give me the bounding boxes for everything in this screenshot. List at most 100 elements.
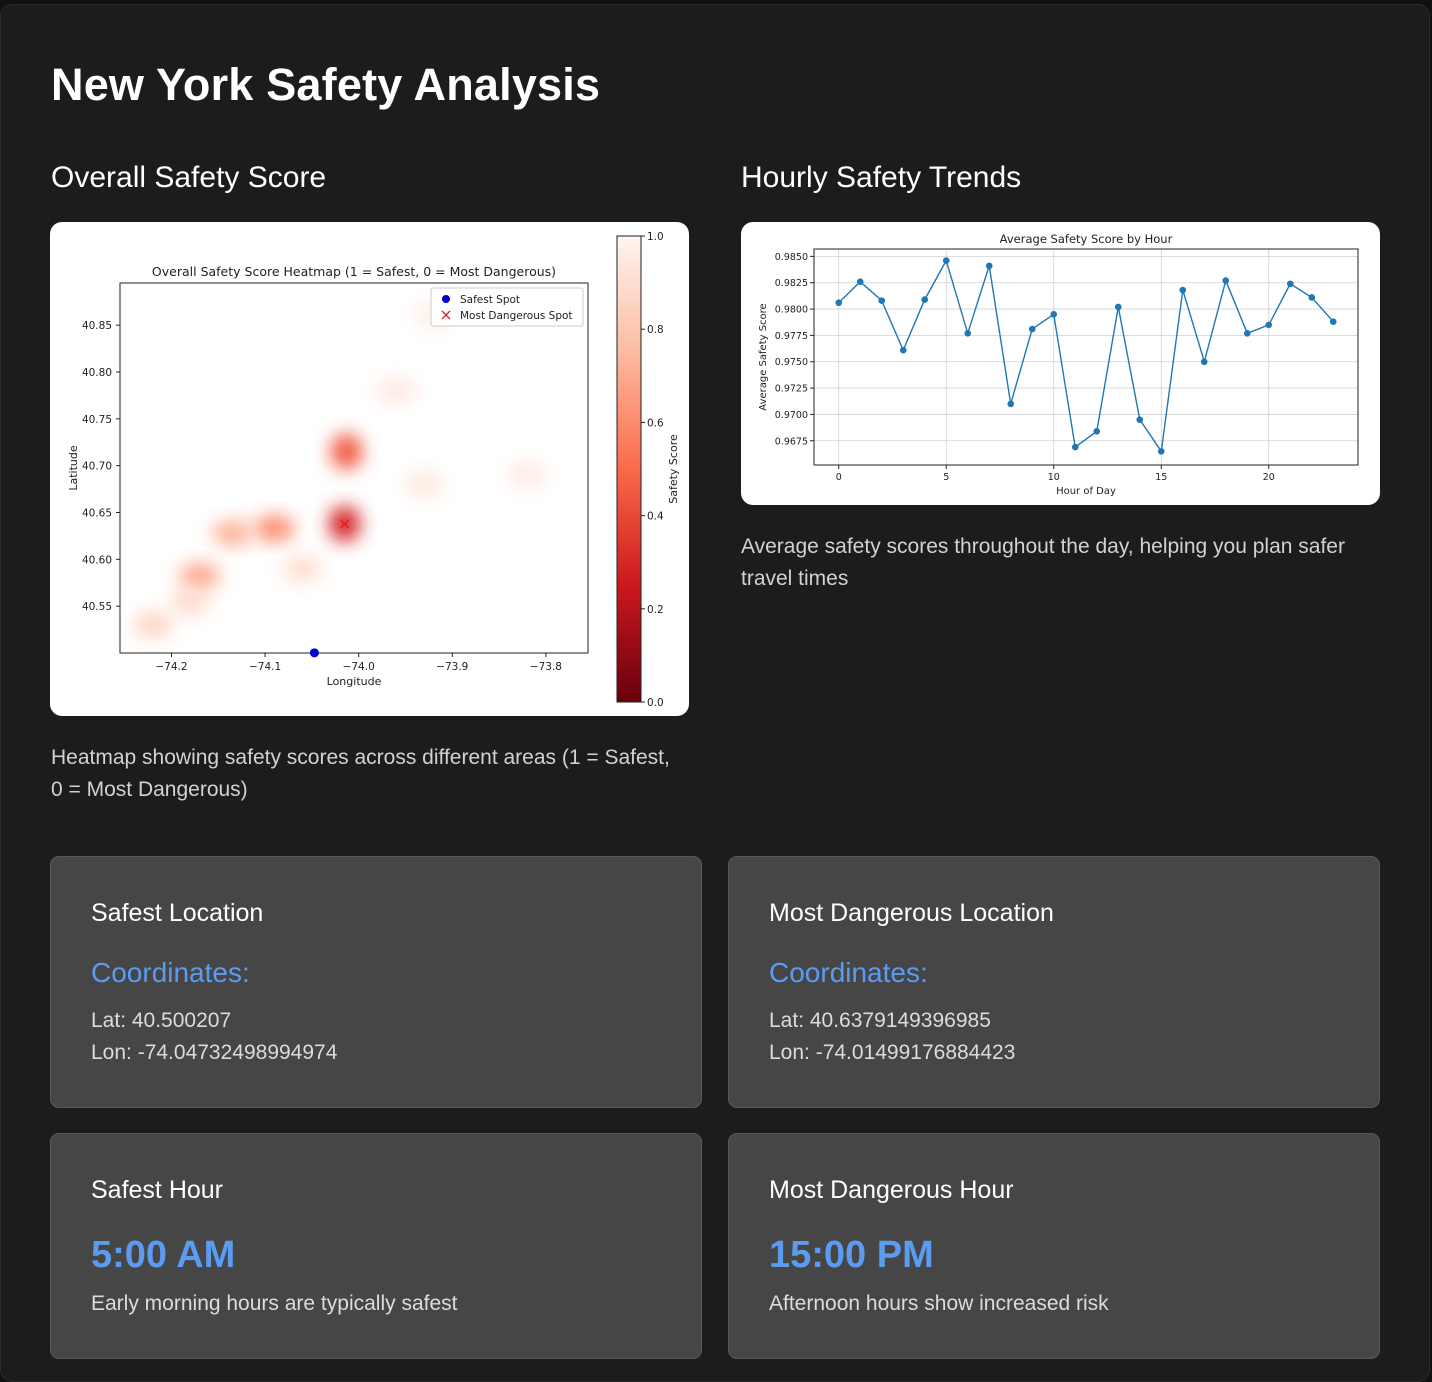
data-point: [1265, 321, 1273, 329]
y-tick-label: 0.9725: [775, 384, 808, 395]
y-tick-label: 40.75: [82, 414, 112, 426]
heatmap-hotspot: [170, 588, 211, 615]
x-tick-label: 0: [836, 472, 842, 483]
safest-coordinates-label: Coordinates:: [91, 957, 250, 988]
x-tick-label: 15: [1155, 472, 1167, 483]
data-point: [1114, 303, 1122, 311]
data-point: [856, 278, 864, 285]
safest-location-title: Safest Location: [91, 899, 264, 927]
legend-entry: Safest Spot: [460, 294, 520, 306]
x-tick-label: −74.0: [343, 661, 375, 673]
safest-hour-card: Safest Hour 5:00 AM Early morning hours …: [50, 1133, 702, 1359]
trend-card: Average Safety Score by Hour 0 5 10 15 20 0.96…: [741, 222, 1380, 505]
data-point: [1136, 416, 1144, 423]
y-tick-label: 40.55: [82, 601, 112, 613]
x-tick-label: 10: [1048, 472, 1060, 483]
data-point: [1050, 311, 1058, 318]
heatmap-card: Overall Safety Score Heatmap (1 = Safest…: [50, 222, 689, 716]
y-tick-label: 40.65: [82, 507, 112, 519]
data-point: [1286, 280, 1294, 288]
data-point: [942, 257, 950, 264]
x-axis-label: Longitude: [327, 675, 382, 688]
data-point: [1028, 325, 1036, 333]
x-tick-label: 5: [943, 472, 949, 483]
colorbar-tick-label: 0.8: [647, 324, 664, 336]
data-point: [1179, 286, 1187, 294]
data-point: [1329, 318, 1337, 326]
heatmap-hotspot: [132, 611, 173, 638]
data-point: [1071, 443, 1079, 451]
trend-caption: Average safety scores throughout the day…: [741, 535, 1345, 590]
safest-hour-title: Safest Hour: [91, 1176, 224, 1204]
y-tick-label: 0.9825: [775, 278, 808, 289]
dangerous-location-title: Most Dangerous Location: [769, 899, 1054, 927]
dangerous-lon: Lon: -74.01499176884423: [769, 1041, 1016, 1064]
data-point: [835, 299, 843, 307]
data-point: [878, 297, 886, 304]
data-point: [1222, 277, 1230, 284]
heatmap-hotspot: [330, 433, 363, 470]
legend-entry: Most Dangerous Spot: [460, 310, 573, 322]
y-axis-label: Latitude: [67, 445, 80, 491]
y-axis-label: Average Safety Score: [758, 303, 769, 410]
heatmap-hotspot: [376, 377, 417, 404]
data-point: [1157, 448, 1165, 455]
data-point: [921, 296, 929, 303]
data-point: [1200, 358, 1208, 366]
legend-safest-marker: [442, 295, 450, 303]
heatmap-section-title: Overall Safety Score: [51, 161, 327, 194]
trend-section-title: Hourly Safety Trends: [741, 161, 1022, 194]
data-point: [1308, 294, 1316, 301]
data-point: [1243, 329, 1251, 337]
colorbar: [616, 235, 642, 703]
y-tick-label: 0.9700: [775, 410, 808, 421]
heatmap-hotspot: [179, 563, 220, 590]
safest-hour-value: 5:00 AM: [91, 1234, 236, 1276]
safest-location-card: Safest Location Coordinates: Lat: 40.500…: [50, 856, 702, 1108]
colorbar-tick-label: 0.6: [647, 417, 664, 429]
data-point: [1093, 427, 1101, 435]
y-tick-label: 0.9775: [775, 331, 808, 342]
y-tick-label: 0.9675: [775, 436, 808, 447]
dangerous-hour-desc: Afternoon hours show increased risk: [769, 1292, 1109, 1315]
heatmap-hotspot: [507, 462, 548, 489]
data-point: [964, 329, 972, 337]
heatmap-caption: Heatmap showing safety scores across dif…: [51, 746, 670, 801]
x-tick-label: 20: [1263, 472, 1275, 483]
page-title: New York Safety Analysis: [51, 59, 601, 110]
dangerous-hour-value: 15:00 PM: [769, 1234, 934, 1276]
safest-lat: Lat: 40.500207: [91, 1009, 232, 1032]
safety-heatmap-chart: Overall Safety Score Heatmap (1 = Safest…: [67, 231, 680, 709]
y-tick-label: 40.80: [82, 367, 112, 379]
heatmap-hotspot: [254, 515, 295, 542]
y-tick-label: 0.9800: [775, 305, 808, 316]
heatmap-hotspot: [282, 555, 323, 582]
y-tick-label: 40.60: [82, 554, 112, 566]
y-tick-label: 40.85: [82, 320, 112, 332]
safest-lon: Lon: -74.04732498994974: [91, 1041, 338, 1064]
hourly-safety-line-chart: Average Safety Score by Hour 0 5 10 15 20 0.96…: [758, 232, 1359, 497]
y-tick-label: 40.70: [82, 461, 112, 473]
line-chart-title: Average Safety Score by Hour: [1000, 232, 1173, 246]
dangerous-lat: Lat: 40.6379149396985: [769, 1009, 991, 1032]
line-plot-background: [814, 249, 1358, 465]
app-window: New York Safety Analysis Overall Safety …: [0, 4, 1430, 1382]
x-axis-label: Hour of Day: [1056, 486, 1116, 497]
x-tick-label: −74.1: [249, 661, 281, 673]
safest-spot-marker: [309, 648, 319, 658]
x-tick-label: −73.8: [530, 661, 562, 673]
y-tick-label: 0.9850: [775, 252, 808, 263]
colorbar-tick-label: 1.0: [647, 231, 664, 243]
heatmap-hotspot: [212, 520, 253, 547]
heatmap-title: Overall Safety Score Heatmap (1 = Safest…: [152, 264, 556, 279]
data-point: [899, 346, 907, 354]
colorbar-tick-label: 0.4: [647, 511, 664, 523]
dangerous-hour-card: Most Dangerous Hour 15:00 PM Afternoon h…: [728, 1133, 1380, 1359]
dangerous-hour-title: Most Dangerous Hour: [769, 1176, 1014, 1204]
colorbar-tick-label: 0.2: [647, 604, 664, 616]
colorbar-label: Safety Score: [667, 434, 680, 504]
colorbar-tick-label: 0.0: [647, 697, 664, 709]
safest-hour-desc: Early morning hours are typically safest: [91, 1292, 458, 1315]
heatmap-legend: Safest Spot Most Dangerous Spot: [430, 287, 584, 327]
data-point: [985, 262, 993, 270]
